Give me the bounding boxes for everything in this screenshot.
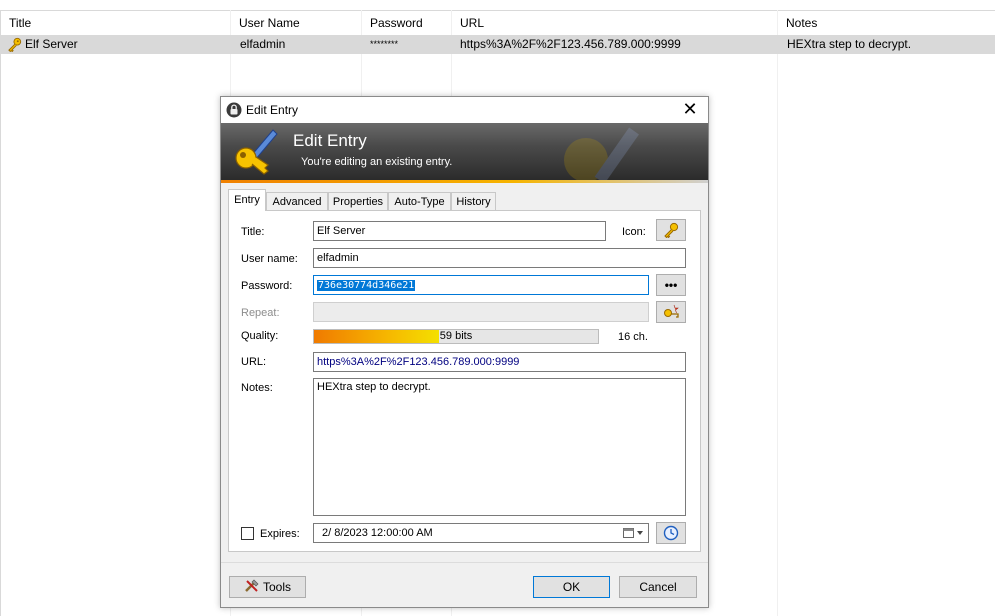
key-generator-icon — [664, 304, 679, 318]
notes-textarea[interactable]: HEXtra step to decrypt. — [313, 378, 686, 516]
row-password: ******** — [370, 39, 399, 49]
password-label: Password: — [241, 280, 293, 292]
url-field[interactable]: https%3A%2F%2F123.456.789.000:9999 — [313, 352, 686, 372]
expiry-presets-button[interactable] — [656, 522, 686, 544]
expiry-date-value: 2/ 8/2023 12:00:00 AM — [322, 527, 433, 539]
expiry-date-picker[interactable]: 2/ 8/2023 12:00:00 AM — [313, 523, 649, 543]
quality-bits: 59 bits — [439, 330, 473, 342]
button-bar-separator — [221, 562, 708, 563]
password-value: 736e30774d346e21 — [317, 280, 416, 291]
close-icon[interactable]: ✕ — [680, 100, 700, 120]
key-icon — [8, 37, 22, 52]
key-pen-icon — [235, 129, 278, 175]
expires-label: Expires: — [260, 528, 300, 540]
notes-text: HEXtra step to decrypt. — [317, 381, 431, 393]
dialog-banner: Edit Entry You're editing an existing en… — [221, 123, 708, 180]
banner-subtitle: You're editing an existing entry. — [301, 156, 453, 168]
password-generator-button[interactable] — [656, 301, 686, 323]
calendar-dropdown-icon[interactable] — [623, 527, 645, 539]
row-notes: HEXtra step to decrypt. — [787, 37, 912, 51]
dialog-titlebar[interactable]: Edit Entry ✕ — [221, 97, 708, 123]
quality-label: Quality: — [241, 330, 279, 342]
tab-auto-type[interactable]: Auto-Type — [388, 192, 451, 210]
title-field[interactable]: Elf Server — [313, 221, 606, 241]
cancel-button[interactable]: Cancel — [619, 576, 697, 598]
password-field[interactable]: 736e30774d346e21 — [313, 275, 649, 295]
icon-picker-button[interactable] — [656, 219, 686, 241]
repeat-label: Repeat: — [241, 307, 280, 319]
dialog-title: Edit Entry — [246, 103, 299, 117]
icon-label: Icon: — [622, 226, 646, 238]
column-divider — [777, 10, 778, 616]
row-title: Elf Server — [25, 37, 78, 51]
entry-tab-panel: Title: Elf Server Icon: User name: elfad… — [228, 210, 701, 552]
notes-label: Notes: — [241, 382, 273, 394]
banner-title: Edit Entry — [293, 131, 367, 150]
row-url: https%3A%2F%2F123.456.789.000:9999 — [460, 37, 681, 51]
tab-history[interactable]: History — [451, 192, 496, 210]
ok-button[interactable]: OK — [533, 576, 610, 598]
quality-meter: 59 bits — [313, 329, 599, 344]
list-left-border — [0, 10, 1, 616]
column-header-title[interactable]: Title — [0, 11, 230, 35]
tools-icon — [245, 579, 259, 592]
clock-icon — [663, 525, 679, 541]
key-icon — [664, 222, 679, 239]
show-password-button[interactable]: ••• — [656, 274, 686, 296]
list-header: Title User Name Password URL Notes — [0, 10, 995, 35]
tools-button[interactable]: Tools — [229, 576, 306, 598]
row-username: elfadmin — [240, 37, 286, 51]
tab-advanced[interactable]: Advanced — [266, 192, 328, 210]
lock-icon — [226, 102, 242, 118]
tools-button-label: Tools — [262, 580, 291, 594]
username-label: User name: — [241, 253, 298, 265]
edit-entry-dialog: Edit Entry ✕ Edit Entry You're editing a… — [220, 96, 709, 608]
character-count: 16 ch. — [618, 331, 648, 343]
table-row[interactable]: Elf Server elfadmin ******** https%3A%2F… — [0, 35, 995, 54]
tab-entry[interactable]: Entry — [228, 189, 266, 211]
column-header-notes[interactable]: Notes — [777, 11, 995, 35]
expires-checkbox[interactable] — [241, 527, 254, 540]
url-label: URL: — [241, 356, 267, 368]
column-header-url[interactable]: URL — [451, 11, 777, 35]
column-header-password[interactable]: Password — [361, 11, 451, 35]
tab-properties[interactable]: Properties — [328, 192, 388, 210]
column-header-username[interactable]: User Name — [230, 11, 361, 35]
username-field[interactable]: elfadmin — [313, 248, 686, 268]
repeat-password-field — [313, 302, 649, 322]
key-watermark-icon — [564, 127, 639, 180]
title-label: Title: — [241, 226, 265, 238]
banner-accent-line — [221, 180, 708, 183]
